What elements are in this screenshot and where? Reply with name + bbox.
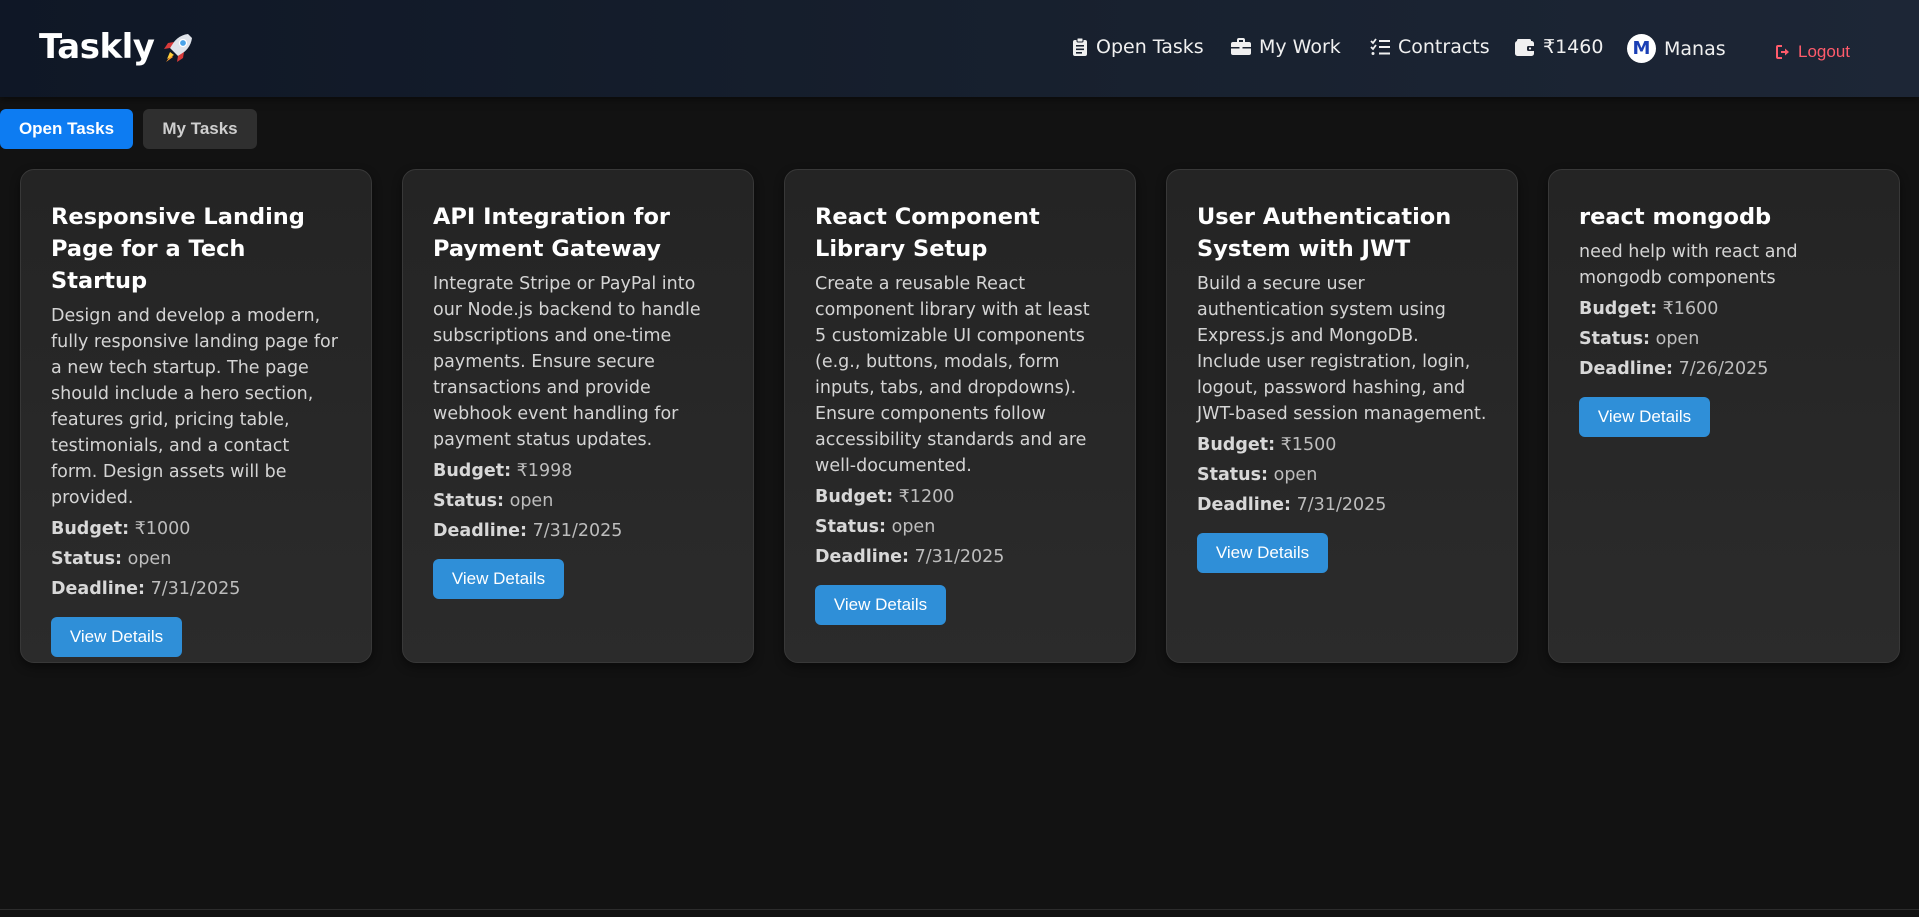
task-card: react mongodb need help with react and m… — [1548, 169, 1900, 663]
nav-contracts-label: Contracts — [1398, 36, 1490, 58]
status-label: Status: — [815, 517, 887, 537]
status-value: open — [1273, 465, 1318, 485]
briefcase-icon — [1231, 38, 1251, 55]
logout-button[interactable]: Logout — [1776, 42, 1850, 62]
budget-label: Budget: — [1579, 299, 1658, 319]
nav-my-work-label: My Work — [1259, 36, 1341, 58]
brand-name: Taskly — [39, 27, 155, 67]
logout-icon — [1776, 45, 1789, 59]
task-description: Design and develop a modern, fully respo… — [51, 306, 338, 508]
budget-value: ₹1500 — [1280, 435, 1337, 455]
task-deadline: Deadline: 7/31/2025 — [433, 516, 723, 546]
task-status: Status: open — [433, 486, 723, 516]
task-card: React Component Library Setup Create a r… — [784, 169, 1136, 663]
view-details-button[interactable]: View Details — [1579, 397, 1710, 437]
deadline-label: Deadline: — [433, 521, 528, 541]
deadline-value: 7/31/2025 — [532, 521, 623, 541]
avatar: M — [1627, 34, 1656, 63]
tab-open-tasks[interactable]: Open Tasks — [0, 109, 133, 149]
task-status: Status: open — [1197, 460, 1487, 490]
task-description: Integrate Stripe or PayPal into our Node… — [433, 274, 701, 450]
budget-value: ₹1000 — [134, 519, 191, 539]
deadline-label: Deadline: — [815, 547, 910, 567]
task-budget: Budget: ₹1200 — [815, 482, 1105, 512]
deadline-value: 7/31/2025 — [914, 547, 1005, 567]
user-name: Manas — [1664, 37, 1726, 60]
task-description: Create a reusable React component librar… — [815, 274, 1090, 476]
task-title: API Integration for Payment Gateway — [433, 204, 671, 262]
task-card: Responsive Landing Page for a Tech Start… — [20, 169, 372, 663]
deadline-value: 7/26/2025 — [1678, 359, 1769, 379]
user-profile[interactable]: M Manas — [1627, 34, 1726, 63]
status-value: open — [509, 491, 554, 511]
status-value: open — [1655, 329, 1700, 349]
status-label: Status: — [433, 491, 505, 511]
status-value: open — [127, 549, 172, 569]
deadline-label: Deadline: — [1197, 495, 1292, 515]
deadline-value: 7/31/2025 — [150, 579, 241, 599]
task-description: need help with react and mongodb compone… — [1579, 242, 1798, 288]
task-status: Status: open — [815, 512, 1105, 542]
view-details-button[interactable]: View Details — [433, 559, 564, 599]
navbar: Taskly Open Tasks My Work Contracts ₹146… — [0, 0, 1919, 97]
nav-my-work[interactable]: My Work — [1231, 36, 1341, 58]
tab-my-tasks[interactable]: My Tasks — [143, 109, 257, 149]
task-deadline: Deadline: 7/31/2025 — [51, 574, 341, 604]
wallet-icon — [1515, 38, 1535, 56]
task-description: Build a secure user authentication syste… — [1197, 274, 1487, 424]
budget-value: ₹1200 — [898, 487, 955, 507]
brand-logo[interactable]: Taskly — [39, 26, 198, 68]
task-deadline: Deadline: 7/31/2025 — [1197, 490, 1487, 520]
task-card: API Integration for Payment Gateway Inte… — [402, 169, 754, 663]
task-title: react mongodb — [1579, 204, 1772, 230]
nav-open-tasks[interactable]: Open Tasks — [1072, 36, 1204, 58]
budget-label: Budget: — [1197, 435, 1276, 455]
wallet-amount: ₹1460 — [1543, 36, 1604, 58]
task-card: User Authentication System with JWT Buil… — [1166, 169, 1518, 663]
task-budget: Budget: ₹1500 — [1197, 430, 1487, 460]
budget-label: Budget: — [433, 461, 512, 481]
budget-value: ₹1998 — [516, 461, 573, 481]
status-label: Status: — [1579, 329, 1651, 349]
nav-open-tasks-label: Open Tasks — [1096, 36, 1204, 58]
view-details-button[interactable]: View Details — [1197, 533, 1328, 573]
deadline-label: Deadline: — [1579, 359, 1674, 379]
budget-label: Budget: — [51, 519, 130, 539]
budget-value: ₹1600 — [1662, 299, 1719, 319]
clipboard-icon — [1073, 37, 1087, 56]
task-deadline: Deadline: 7/26/2025 — [1579, 354, 1869, 384]
status-label: Status: — [51, 549, 123, 569]
task-budget: Budget: ₹1600 — [1579, 294, 1869, 324]
task-budget: Budget: ₹1000 — [51, 514, 341, 544]
task-status: Status: open — [51, 544, 341, 574]
logout-label: Logout — [1798, 42, 1850, 61]
rocket-icon — [164, 34, 193, 62]
task-title: React Component Library Setup — [815, 204, 1040, 262]
budget-label: Budget: — [815, 487, 894, 507]
task-deadline: Deadline: 7/31/2025 — [815, 542, 1105, 572]
task-title: Responsive Landing Page for a Tech Start… — [51, 204, 305, 294]
task-list-icon — [1370, 38, 1390, 55]
task-status: Status: open — [1579, 324, 1869, 354]
deadline-value: 7/31/2025 — [1296, 495, 1387, 515]
view-details-button[interactable]: View Details — [51, 617, 182, 657]
nav-contracts[interactable]: Contracts — [1370, 36, 1490, 58]
wallet-balance[interactable]: ₹1460 — [1515, 36, 1603, 58]
task-title: User Authentication System with JWT — [1197, 204, 1452, 262]
status-value: open — [891, 517, 936, 537]
status-label: Status: — [1197, 465, 1269, 485]
page-bottom-divider — [0, 909, 1919, 910]
view-details-button[interactable]: View Details — [815, 585, 946, 625]
task-budget: Budget: ₹1998 — [433, 456, 723, 486]
deadline-label: Deadline: — [51, 579, 146, 599]
